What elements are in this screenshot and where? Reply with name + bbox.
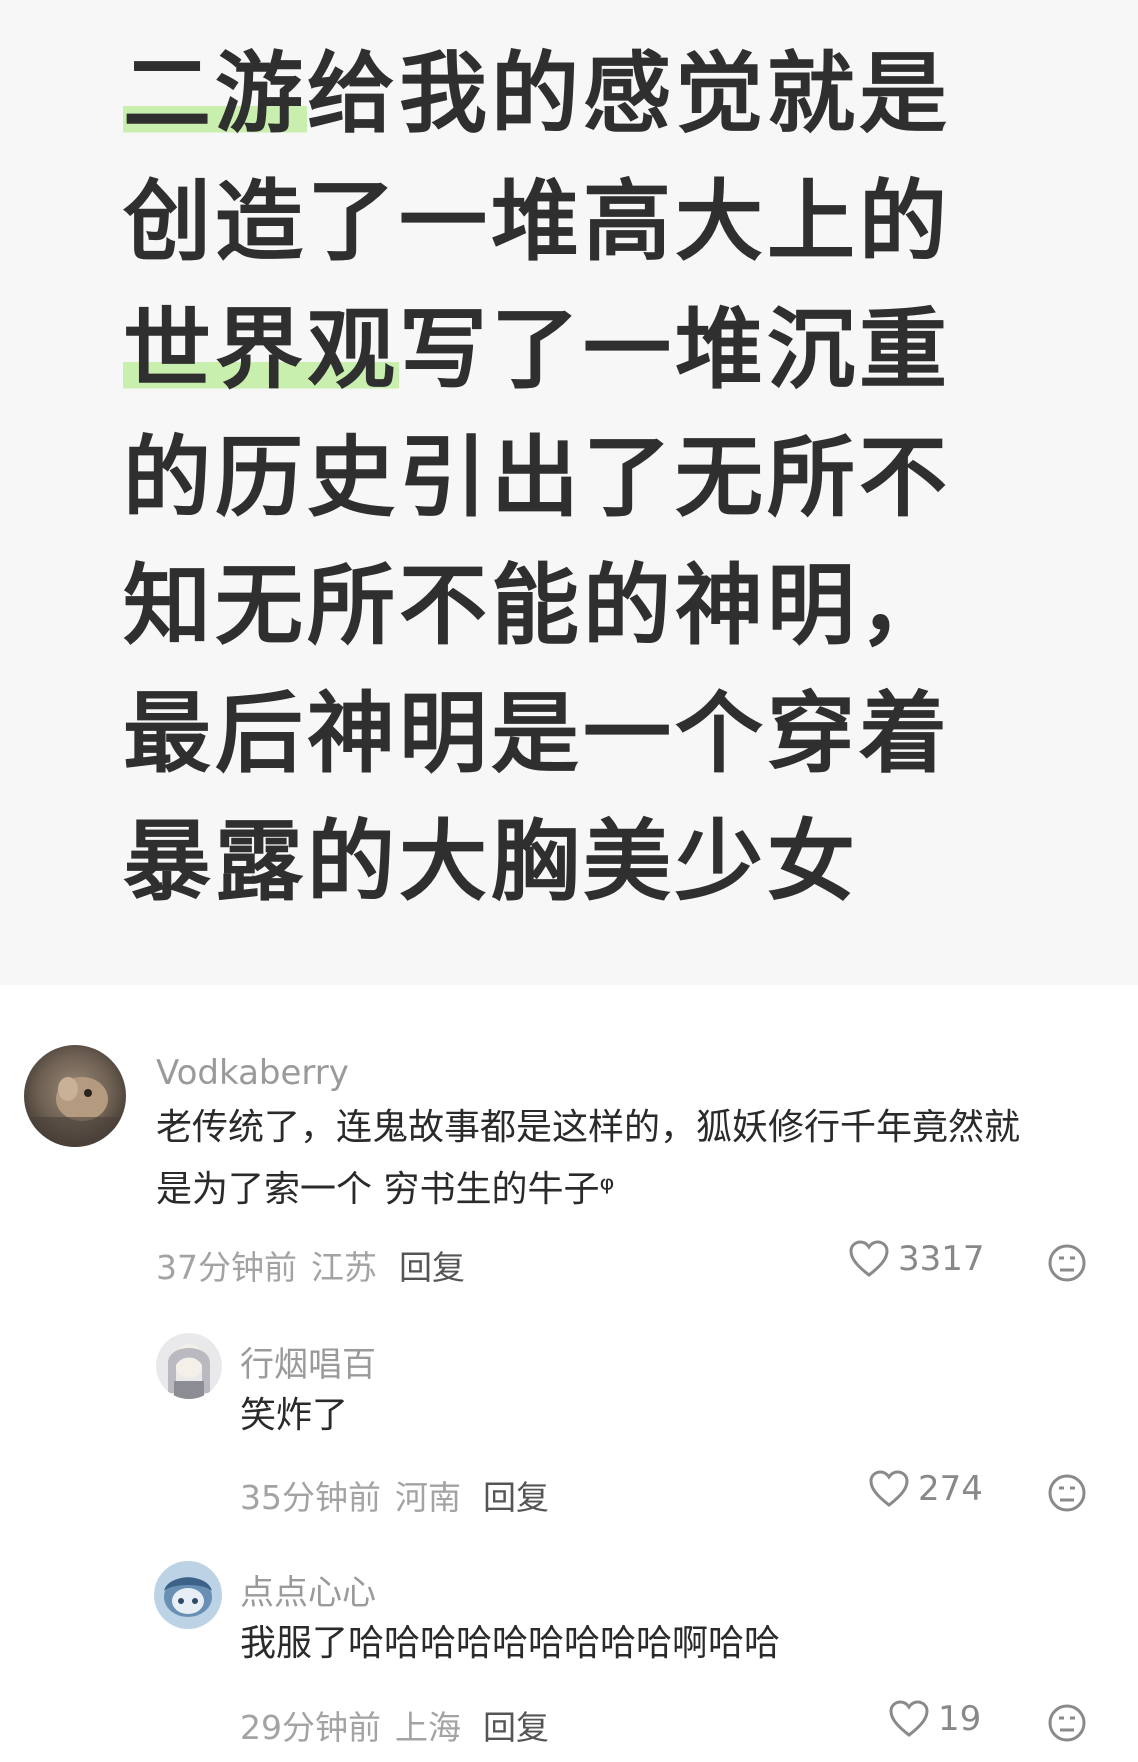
comment-text-line: 老传统了，连鬼故事都是这样的，狐妖修行千年竟然就: [156, 1107, 1021, 1148]
comment-item: Vodkaberry 老传统了，连鬼故事都是这样的，狐妖修行千年竟然就 是为了索…: [0, 985, 1138, 1287]
like-count: 274: [918, 1469, 983, 1509]
dislike-icon[interactable]: [1047, 1703, 1087, 1743]
comment-text: 老传统了，连鬼故事都是这样的，狐妖修行千年竟然就 是为了索一个 穷书生的牛子ᵠ: [156, 1097, 1020, 1221]
comment-text: 我服了哈哈哈哈哈哈哈哈哈啊哈哈: [240, 1613, 780, 1675]
post-line-text: 写了一堆沉重: [399, 298, 952, 401]
dislike-icon[interactable]: [1047, 1243, 1087, 1283]
post-text: 二游给我的感觉就是 创造了一堆高大上的 世界观写了一堆沉重 的历史引出了无所不 …: [123, 30, 1023, 926]
post-line: 的历史引出了无所不: [123, 414, 1023, 542]
post-line-text: 最后神明是一个穿着: [123, 682, 952, 785]
comment-location: 上海: [395, 1708, 461, 1747]
post-highlight: 世界观: [123, 298, 400, 401]
comment-username[interactable]: Vodkaberry: [156, 1053, 349, 1093]
comment-time: 35分钟前: [240, 1478, 381, 1517]
post-card: 二游给我的感觉就是 创造了一堆高大上的 世界观写了一堆沉重 的历史引出了无所不 …: [0, 0, 1138, 985]
like-button[interactable]: 3317: [848, 1239, 985, 1279]
comment-item: 点点心心 我服了哈哈哈哈哈哈哈哈哈啊哈哈 29分钟前 上海 回复 19: [0, 1515, 1138, 1762]
reply-button[interactable]: 回复: [483, 1478, 549, 1517]
like-button[interactable]: 274: [868, 1469, 983, 1509]
post-line-text: 创造了一堆高大上的: [123, 170, 952, 273]
reply-button[interactable]: 回复: [483, 1708, 549, 1747]
reply-button[interactable]: 回复: [399, 1248, 465, 1287]
like-count: 3317: [898, 1239, 985, 1279]
heart-icon: [869, 1470, 909, 1507]
comment-meta: 35分钟前 河南 回复: [240, 1471, 549, 1519]
post-line-text: 的历史引出了无所不: [123, 426, 952, 529]
comment-username[interactable]: 点点心心: [240, 1565, 376, 1614]
avatar[interactable]: [156, 1333, 222, 1399]
like-button[interactable]: 19: [888, 1699, 981, 1739]
post-line: 世界观写了一堆沉重: [123, 286, 1023, 414]
heart-icon: [889, 1700, 929, 1737]
post-line: 知无所不能的神明，: [123, 542, 1023, 670]
dislike-icon[interactable]: [1047, 1473, 1087, 1513]
comment-item: 行烟唱百 笑炸了 35分钟前 河南 回复 274: [0, 1285, 1138, 1517]
post-line-text: 知无所不能的神明，: [123, 554, 952, 657]
avatar[interactable]: [154, 1561, 222, 1629]
post-line: 创造了一堆高大上的: [123, 158, 1023, 286]
comment-username[interactable]: 行烟唱百: [240, 1337, 376, 1386]
like-count: 19: [938, 1699, 982, 1739]
comment-text: 笑炸了: [240, 1385, 348, 1447]
post-line-text: 暴露的大胸美少女: [123, 810, 860, 913]
comment-location: 河南: [395, 1478, 461, 1517]
heart-icon: [849, 1240, 889, 1277]
avatar[interactable]: [24, 1045, 126, 1147]
comment-meta: 29分钟前 上海 回复: [240, 1701, 549, 1749]
comment-text-line: 是为了索一个 穷书生的牛子ᵠ: [156, 1169, 615, 1210]
comment-time: 37分钟前: [156, 1248, 297, 1287]
comment-text-line: 我服了哈哈哈哈哈哈哈哈哈啊哈哈: [240, 1623, 781, 1664]
comment-text-line: 笑炸了: [240, 1395, 349, 1436]
comment-location: 江苏: [311, 1248, 377, 1287]
post-line: 二游给我的感觉就是: [123, 30, 1023, 158]
comment-list: Vodkaberry 老传统了，连鬼故事都是这样的，狐妖修行千年竟然就 是为了索…: [0, 985, 1138, 1762]
post-highlight: 二游: [123, 42, 308, 145]
post-line: 最后神明是一个穿着: [123, 670, 1023, 798]
post-line: 暴露的大胸美少女: [123, 798, 1023, 926]
post-line-text: 给我的感觉就是: [307, 42, 952, 145]
comment-meta: 37分钟前 江苏 回复: [156, 1241, 465, 1289]
comment-time: 29分钟前: [240, 1708, 381, 1747]
